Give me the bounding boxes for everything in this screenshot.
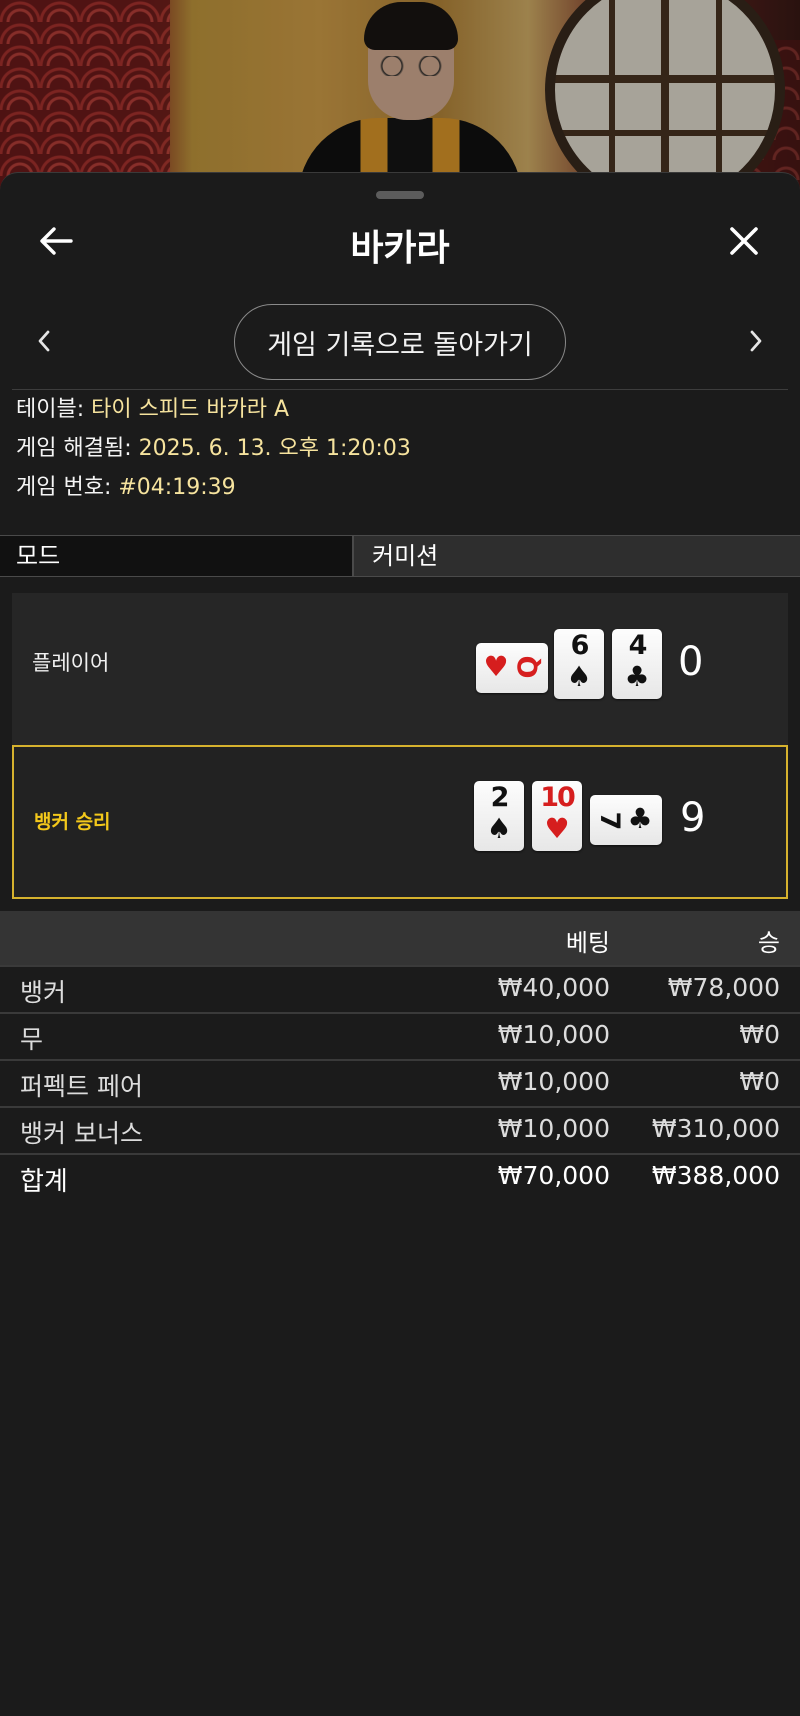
sheet-grab-handle[interactable] <box>376 191 424 199</box>
next-game-button[interactable] <box>736 321 776 361</box>
table-value: 타이 스피드 바카라 A <box>91 397 290 422</box>
win-amount: ₩0 <box>739 1020 780 1049</box>
win-amount: ₩310,000 <box>651 1114 780 1143</box>
header-win: 승 <box>757 929 780 957</box>
bet-name: 무 <box>20 1025 44 1054</box>
page-title: 바카라 <box>350 228 450 269</box>
game-details-sheet: 바카라 게임 기록으로 돌아가기 테이블: 타이 스피드 바카라 A 게임 해결… <box>0 172 800 1716</box>
hands-panel: 플레이어 Q ♥ 6 ♠ 4 ♣ 0 뱅커 승리 2 ♠ 10 ♥ 7 ♣ 9 <box>12 593 788 899</box>
spade-suit-icon: ♠ <box>566 660 592 693</box>
table-row: 퍼펙트 페어 ₩10,000 ₩0 <box>0 1059 800 1106</box>
playing-card: 7 ♣ <box>590 795 662 845</box>
bet-amount: ₩40,000 <box>497 973 610 1002</box>
game-number-info: 게임 번호: #04:19:39 <box>16 473 786 512</box>
card-rank: Q <box>513 657 544 679</box>
table-label: 테이블: <box>16 397 92 422</box>
game-number-label: 게임 번호: <box>16 475 119 500</box>
close-button[interactable] <box>718 215 770 267</box>
bets-table: 베팅 승 뱅커 ₩40,000 ₩78,000 무 ₩10,000 ₩0 퍼펙트… <box>0 911 800 1203</box>
bets-table-header: 베팅 승 <box>0 911 800 965</box>
bet-name: 뱅커 <box>20 978 67 1007</box>
player-score: 0 <box>678 639 704 685</box>
game-info: 테이블: 타이 스피드 바카라 A 게임 해결됨: 2025. 6. 13. 오… <box>16 395 786 512</box>
win-amount: ₩78,000 <box>667 973 780 1002</box>
club-suit-icon: ♣ <box>624 660 650 693</box>
heart-suit-icon: ♥ <box>483 650 509 683</box>
video-shade <box>0 0 800 200</box>
back-to-history-button[interactable]: 게임 기록으로 돌아가기 <box>234 304 566 380</box>
total-win: ₩388,000 <box>651 1161 780 1190</box>
close-icon <box>730 227 758 255</box>
total-bet: ₩70,000 <box>497 1161 610 1190</box>
back-arrow-icon <box>40 227 73 255</box>
banker-score: 9 <box>680 795 706 841</box>
heart-suit-icon: ♥ <box>544 812 570 845</box>
table-info: 테이블: 타이 스피드 바카라 A <box>16 395 786 434</box>
resolved-info: 게임 해결됨: 2025. 6. 13. 오후 1:20:03 <box>16 434 786 473</box>
card-rank: 6 <box>570 630 590 661</box>
total-row: 합계 ₩70,000 ₩388,000 <box>0 1153 800 1203</box>
card-rank: 4 <box>628 630 648 661</box>
playing-card: 10 ♥ <box>532 781 582 851</box>
table-row: 무 ₩10,000 ₩0 <box>0 1012 800 1059</box>
playing-card: 4 ♣ <box>612 629 662 699</box>
table-row: 뱅커 ₩40,000 ₩78,000 <box>0 965 800 1012</box>
live-video-background <box>0 0 800 200</box>
previous-game-button[interactable] <box>24 321 64 361</box>
player-label: 플레이어 <box>32 651 110 675</box>
table-row: 뱅커 보너스 ₩10,000 ₩310,000 <box>0 1106 800 1153</box>
bet-name: 퍼펙트 페어 <box>20 1072 143 1101</box>
spade-suit-icon: ♠ <box>486 812 512 845</box>
game-number-value: #04:19:39 <box>118 475 236 500</box>
win-amount: ₩0 <box>739 1067 780 1096</box>
chevron-left-icon <box>38 330 50 352</box>
resolved-label: 게임 해결됨: <box>16 436 139 461</box>
club-suit-icon: ♣ <box>627 802 653 835</box>
bet-amount: ₩10,000 <box>497 1020 610 1049</box>
banker-win-label: 뱅커 승리 <box>34 811 111 833</box>
card-rank: 7 <box>594 811 625 829</box>
back-button[interactable] <box>30 215 82 267</box>
playing-card: 6 ♠ <box>554 629 604 699</box>
resolved-value: 2025. 6. 13. 오후 1:20:03 <box>138 436 411 461</box>
bet-name: 뱅커 보너스 <box>20 1119 143 1148</box>
bet-amount: ₩10,000 <box>497 1067 610 1096</box>
commission-label: 커미션 <box>354 536 800 576</box>
sheet-header: 바카라 <box>0 211 800 273</box>
header-bet: 베팅 <box>565 929 610 957</box>
player-hand: 플레이어 Q ♥ 6 ♠ 4 ♣ 0 <box>12 593 788 739</box>
divider <box>12 389 788 390</box>
card-rank: 2 <box>490 782 510 813</box>
chevron-right-icon <box>750 330 762 352</box>
total-label: 합계 <box>20 1167 68 1197</box>
playing-card: 2 ♠ <box>474 781 524 851</box>
bet-amount: ₩10,000 <box>497 1114 610 1143</box>
banker-hand: 뱅커 승리 2 ♠ 10 ♥ 7 ♣ 9 <box>12 745 788 899</box>
playing-card: Q ♥ <box>476 643 548 693</box>
mode-row: 모드 커미션 <box>0 535 800 577</box>
mode-label: 모드 <box>0 536 354 576</box>
card-rank: 10 <box>540 782 576 813</box>
game-navigation: 게임 기록으로 돌아가기 <box>0 301 800 381</box>
